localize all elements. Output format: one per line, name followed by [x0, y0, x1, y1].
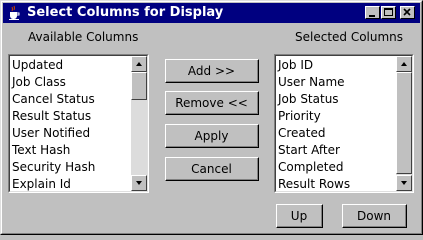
dialog-window: Select Columns for Display Available Col… — [0, 0, 423, 235]
list-item[interactable]: Security Hash — [12, 159, 129, 176]
scroll-down-button[interactable] — [396, 175, 412, 191]
apply-button[interactable]: Apply — [165, 124, 259, 148]
list-item[interactable]: Created — [278, 125, 394, 142]
add-button-label: Add >> — [166, 60, 258, 82]
selected-scrollbar[interactable] — [396, 56, 412, 191]
minimize-button[interactable] — [365, 6, 380, 19]
up-button-label: Up — [277, 205, 322, 227]
window-title: Select Columns for Display — [27, 5, 224, 20]
available-scrollbar[interactable] — [131, 56, 147, 191]
arrow-down-icon — [136, 181, 142, 185]
maximize-icon — [384, 8, 393, 16]
list-item[interactable]: Cancel Status — [12, 91, 129, 108]
available-columns-list[interactable]: Updated Job Class Cancel Status Result S… — [8, 54, 149, 193]
arrow-up-icon — [136, 62, 142, 66]
close-icon — [403, 8, 411, 16]
list-item[interactable]: Job ID — [278, 57, 394, 74]
remove-button-label: Remove << — [166, 92, 258, 114]
arrow-down-icon — [401, 181, 407, 185]
scroll-up-button[interactable] — [131, 56, 147, 72]
arrow-up-icon — [401, 62, 407, 66]
selected-items: Job ID User Name Job Status Priority Cre… — [278, 57, 394, 191]
remove-button[interactable]: Remove << — [165, 91, 259, 115]
maximize-button[interactable] — [381, 6, 396, 19]
available-columns-label: Available Columns — [28, 30, 139, 44]
list-item[interactable]: Result Rows — [278, 176, 394, 191]
cancel-button[interactable]: Cancel — [165, 157, 259, 181]
title-bar[interactable]: Select Columns for Display — [3, 3, 420, 23]
down-button-label: Down — [343, 205, 406, 227]
move-down-button[interactable]: Down — [342, 204, 407, 228]
minimize-icon — [369, 15, 375, 17]
scroll-up-button[interactable] — [396, 56, 412, 72]
list-item[interactable]: User Name — [278, 74, 394, 91]
java-cup-icon — [9, 5, 20, 20]
move-up-button[interactable]: Up — [276, 204, 323, 228]
list-item[interactable]: Result Status — [12, 108, 129, 125]
list-item[interactable]: Priority — [278, 108, 394, 125]
add-button[interactable]: Add >> — [165, 59, 259, 83]
list-item[interactable]: User Notified — [12, 125, 129, 142]
available-items: Updated Job Class Cancel Status Result S… — [12, 57, 129, 191]
scroll-down-button[interactable] — [131, 175, 147, 191]
list-item[interactable]: Text Hash — [12, 142, 129, 159]
selected-columns-list[interactable]: Job ID User Name Job Status Priority Cre… — [274, 54, 414, 193]
list-item[interactable]: Job Class — [12, 74, 129, 91]
list-item[interactable]: Job Status — [278, 91, 394, 108]
cancel-button-label: Cancel — [166, 158, 258, 180]
apply-button-label: Apply — [166, 125, 258, 147]
list-item[interactable]: Updated — [12, 57, 129, 74]
scroll-thumb[interactable] — [396, 72, 412, 174]
list-item[interactable]: Explain Id — [12, 176, 129, 191]
close-button[interactable] — [400, 6, 415, 19]
list-item[interactable]: Completed — [278, 159, 394, 176]
scroll-thumb[interactable] — [131, 72, 147, 100]
selected-columns-label: Selected Columns — [295, 30, 404, 44]
list-item[interactable]: Start After — [278, 142, 394, 159]
